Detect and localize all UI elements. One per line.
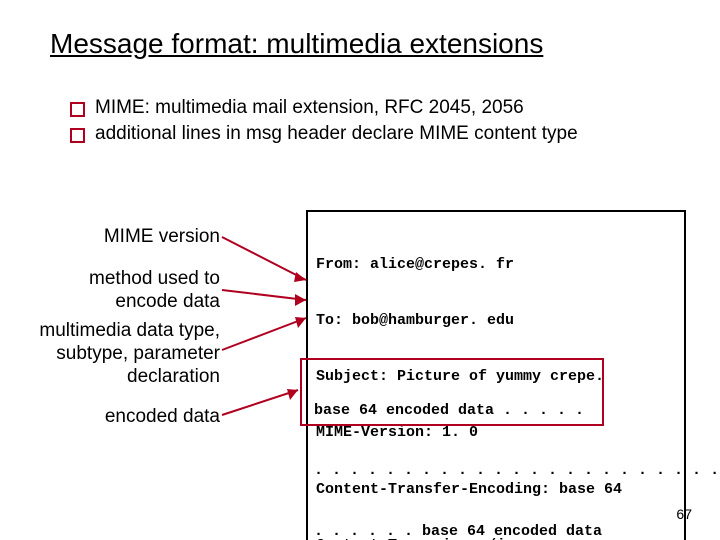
email-body: base 64 encoded data . . . . . . . . . .… [314,360,720,540]
slide-title: Message format: multimedia extensions [50,28,543,60]
body-line: . . . . . . base 64 encoded data [314,522,720,540]
bullet-item: MIME: multimedia mail extension, RFC 204… [70,96,630,120]
bullet-text: MIME: multimedia mail extension, RFC 204… [95,96,630,120]
slide-number: 67 [676,506,692,522]
bullet-list: MIME: multimedia mail extension, RFC 204… [70,96,630,148]
bullet-text: additional lines in msg header declare M… [95,122,630,146]
email-to: To: bob@hamburger. edu [316,312,676,331]
email-from: From: alice@crepes. fr [316,256,676,275]
callout-content-type: multimedia data type, subtype, parameter… [30,320,220,388]
body-line: . . . . . . . . . . . . . . . . . . . . … [314,461,720,481]
square-bullet-icon [70,128,85,143]
bullet-item: additional lines in msg header declare M… [70,122,630,146]
body-line: base 64 encoded data . . . . . [314,401,720,421]
callout-encoded-data: encoded data [30,406,220,429]
square-bullet-icon [70,102,85,117]
callout-mime-version: MIME version [30,226,220,249]
callout-encoding-method: method used to encode data [30,268,220,314]
